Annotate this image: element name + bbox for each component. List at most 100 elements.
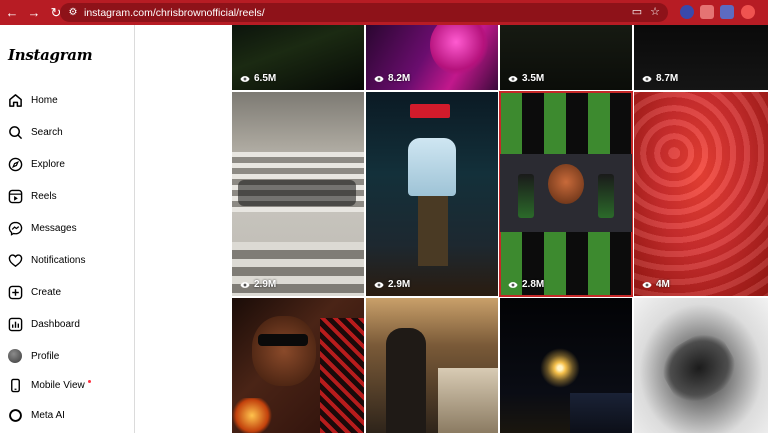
sidebar-item-label: Create bbox=[31, 286, 62, 298]
sidebar-item-home[interactable]: Home bbox=[0, 86, 134, 114]
forward-arrow-icon[interactable]: → bbox=[24, 3, 44, 23]
view-count-text: 2.9M bbox=[388, 279, 411, 290]
pink-shape bbox=[430, 25, 488, 75]
sidebar-item-label: Meta AI bbox=[31, 409, 65, 421]
browser-toolbar: ← → ↻ ⚙ instagram.com/chrisbrownofficial… bbox=[0, 0, 768, 25]
sidebar-item-profile[interactable]: Profile bbox=[0, 342, 134, 370]
view-count-text: 8.7M bbox=[656, 73, 679, 84]
url-text: instagram.com/chrisbrownofficial/reels/ bbox=[84, 6, 265, 19]
view-count-text: 6.5M bbox=[254, 73, 277, 84]
sidebar-item-label: Mobile View bbox=[31, 379, 85, 391]
view-count-text: 8.2M bbox=[388, 73, 411, 84]
jacket-pattern bbox=[320, 318, 364, 433]
reel-tile[interactable]: 2.9M bbox=[366, 92, 498, 296]
sidebar-item-label: Dashboard bbox=[31, 318, 80, 330]
view-count-text: 2.9M bbox=[254, 279, 277, 290]
instagram-logo[interactable]: Instagram bbox=[8, 46, 93, 64]
back-arrow-icon[interactable]: ← bbox=[2, 3, 22, 23]
red-texture bbox=[634, 92, 768, 296]
sidebar-item-reels[interactable]: Reels bbox=[0, 182, 134, 210]
site-settings-icon[interactable]: ⚙ bbox=[64, 7, 82, 18]
person-silhouette bbox=[386, 328, 426, 433]
view-count: 2.9M bbox=[240, 279, 276, 290]
cabin-seats bbox=[438, 368, 498, 433]
meta-ai-ring-icon bbox=[7, 407, 23, 423]
reel-tile[interactable]: 8.7M bbox=[634, 25, 768, 90]
figure-legs bbox=[418, 196, 448, 266]
sidebar-item-label: Home bbox=[31, 94, 58, 106]
sidebar: Instagram Home Search Explore Reels Mess… bbox=[0, 25, 135, 433]
product-can-left bbox=[518, 174, 534, 218]
extension-icon-4[interactable] bbox=[741, 5, 755, 19]
avatar bbox=[8, 349, 22, 363]
sidebar-item-label: Messages bbox=[31, 222, 77, 234]
reel-tile[interactable] bbox=[366, 298, 498, 433]
create-plus-icon bbox=[7, 284, 23, 300]
reel-tile-selected[interactable]: 2.8M bbox=[499, 91, 633, 297]
bookmark-star-icon[interactable]: ☆ bbox=[650, 5, 660, 18]
compass-icon bbox=[7, 156, 23, 172]
view-count: 8.7M bbox=[642, 73, 678, 84]
face bbox=[252, 316, 316, 386]
neon-sign bbox=[410, 104, 450, 118]
view-count: 2.9M bbox=[374, 279, 410, 290]
sidebar-item-search[interactable]: Search bbox=[0, 118, 134, 146]
eye-icon bbox=[508, 281, 518, 288]
eye-icon bbox=[240, 281, 250, 288]
sidebar-item-notifications[interactable]: Notifications bbox=[0, 246, 134, 274]
heart-icon bbox=[7, 252, 23, 268]
cast-icon[interactable]: ▭ bbox=[632, 5, 642, 18]
eye-icon bbox=[642, 281, 652, 288]
view-count: 2.8M bbox=[508, 279, 544, 290]
face bbox=[548, 164, 584, 204]
reels-grid: 6.5M 8.2M 3.5M 8.7M 2.9M 2.9M 2.8M 4M bbox=[232, 25, 768, 433]
view-count: 6.5M bbox=[240, 73, 276, 84]
reel-tile[interactable]: 8.2M bbox=[366, 25, 498, 90]
eye-icon bbox=[374, 281, 384, 288]
notification-dot bbox=[87, 379, 91, 383]
sidebar-item-meta-ai[interactable]: Meta AI bbox=[0, 401, 134, 429]
view-count-text: 2.8M bbox=[522, 279, 545, 290]
skyline bbox=[570, 393, 632, 433]
sunglasses bbox=[258, 334, 308, 346]
reel-tile[interactable]: 6.5M bbox=[232, 25, 364, 90]
reel-tile[interactable] bbox=[500, 298, 632, 433]
extension-icon-2[interactable] bbox=[700, 5, 714, 19]
sidebar-item-dashboard[interactable]: Dashboard bbox=[0, 310, 134, 338]
figure-shirt bbox=[408, 138, 456, 196]
flame-glow bbox=[232, 398, 272, 433]
reel-tile[interactable]: 2.9M bbox=[232, 92, 364, 296]
sidebar-item-mobile-view[interactable]: Mobile View bbox=[0, 371, 134, 399]
sidebar-item-messages[interactable]: Messages bbox=[0, 214, 134, 242]
view-count-text: 3.5M bbox=[522, 73, 545, 84]
sidebar-item-label: Reels bbox=[31, 190, 57, 202]
dashboard-chart-icon bbox=[7, 316, 23, 332]
search-icon bbox=[7, 124, 23, 140]
motion-blur-figure bbox=[653, 324, 745, 412]
phone-icon bbox=[7, 377, 23, 393]
address-bar[interactable]: ⚙ instagram.com/chrisbrownofficial/reels… bbox=[60, 3, 668, 22]
sidebar-item-label: Search bbox=[31, 126, 63, 138]
sidebar-item-label: Notifications bbox=[31, 254, 86, 266]
reel-tile[interactable]: 4M bbox=[634, 92, 768, 296]
reel-tile[interactable] bbox=[232, 298, 364, 433]
view-count-text: 4M bbox=[656, 279, 670, 290]
view-count: 8.2M bbox=[374, 73, 410, 84]
profile-avatar-wrap bbox=[7, 348, 23, 364]
sidebar-item-label: Profile bbox=[31, 350, 60, 362]
product-can-right bbox=[598, 174, 614, 218]
eye-icon bbox=[240, 75, 250, 82]
sidebar-item-explore[interactable]: Explore bbox=[0, 150, 134, 178]
reel-tile[interactable]: 3.5M bbox=[500, 25, 632, 90]
extension-icon-1[interactable] bbox=[680, 5, 694, 19]
extension-icon-3[interactable] bbox=[720, 5, 734, 19]
sidebar-item-create[interactable]: Create bbox=[0, 278, 134, 306]
sidebar-item-label: Explore bbox=[31, 158, 65, 170]
eye-icon bbox=[642, 75, 652, 82]
reel-tile[interactable] bbox=[634, 298, 768, 433]
graffiti-logo bbox=[238, 180, 356, 206]
eye-icon bbox=[508, 75, 518, 82]
messenger-icon bbox=[7, 220, 23, 236]
eye-icon bbox=[374, 75, 384, 82]
reels-icon bbox=[7, 188, 23, 204]
